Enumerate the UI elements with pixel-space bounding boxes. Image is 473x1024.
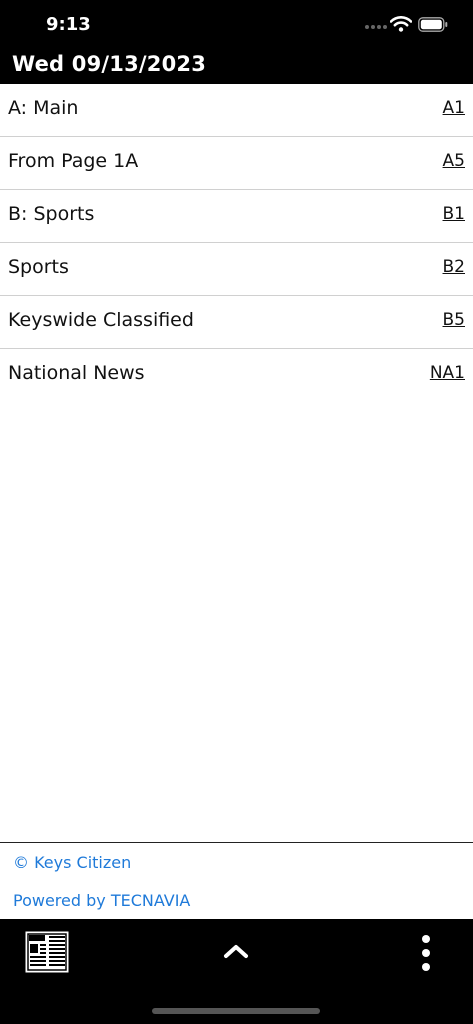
section-list: A: Main A1 From Page 1A A5 B: Sports B1 Sports… xyxy=(0,84,473,401)
section-row[interactable]: From Page 1A A5 xyxy=(0,137,473,190)
section-name: B: Sports xyxy=(8,203,95,225)
section-page-link[interactable]: B2 xyxy=(443,257,465,277)
section-name: Keyswide Classified xyxy=(8,309,194,331)
section-row[interactable]: Keyswide Classified B5 xyxy=(0,296,473,349)
issue-date: Wed 09/13/2023 xyxy=(12,52,207,76)
section-page-link[interactable]: A1 xyxy=(443,98,465,118)
section-name: From Page 1A xyxy=(8,150,139,172)
copyright-link[interactable]: © Keys Citizen xyxy=(13,853,131,872)
footer: © Keys Citizen Powered by TECNAVIA xyxy=(0,842,473,920)
status-time: 9:13 xyxy=(46,14,91,35)
section-name: A: Main xyxy=(8,97,79,119)
home-indicator xyxy=(152,1008,320,1014)
section-row[interactable]: Sports B2 xyxy=(0,243,473,296)
powered-by-link[interactable]: Powered by TECNAVIA xyxy=(13,891,190,910)
section-page-link[interactable]: B5 xyxy=(443,310,465,330)
status-bar: 9:13 xyxy=(0,0,473,50)
section-row[interactable]: National News NA1 xyxy=(0,349,473,401)
bottom-toolbar xyxy=(0,919,473,1024)
news-icon[interactable] xyxy=(25,931,69,973)
issue-date-header: Wed 09/13/2023 xyxy=(0,50,473,84)
wifi-icon xyxy=(390,16,412,32)
section-page-link[interactable]: NA1 xyxy=(430,363,465,383)
section-page-link[interactable]: B1 xyxy=(443,204,465,224)
battery-icon xyxy=(418,17,448,32)
section-name: National News xyxy=(8,362,145,384)
more-vertical-icon[interactable] xyxy=(418,935,434,971)
section-row[interactable]: B: Sports B1 xyxy=(0,190,473,243)
section-name: Sports xyxy=(8,256,69,278)
cellular-signal-icon xyxy=(365,25,387,29)
chevron-up-icon[interactable] xyxy=(222,941,250,961)
section-page-link[interactable]: A5 xyxy=(443,151,465,171)
section-row[interactable]: A: Main A1 xyxy=(0,84,473,137)
